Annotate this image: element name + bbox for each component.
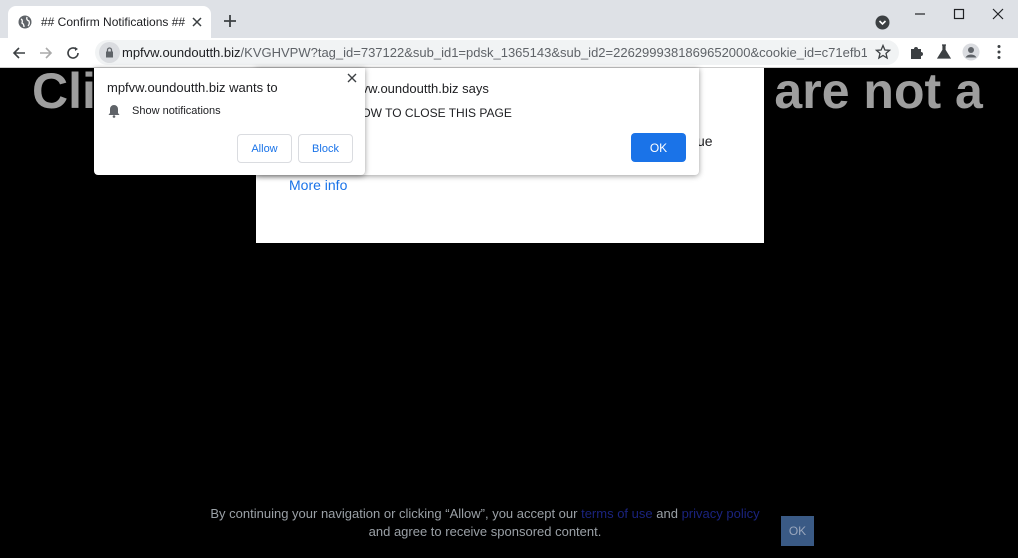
globe-icon bbox=[18, 15, 32, 29]
consent-ok-button[interactable]: OK bbox=[781, 516, 814, 546]
url-path: /KVGHVPW?tag_id=737122&sub_id1=pdsk_1365… bbox=[240, 45, 867, 60]
close-icon[interactable] bbox=[345, 71, 359, 85]
tab-title: ## Confirm Notifications ## bbox=[41, 15, 186, 29]
headline-left: Cli bbox=[32, 68, 96, 119]
back-button[interactable] bbox=[10, 44, 28, 62]
more-info-link[interactable]: More info bbox=[289, 177, 347, 193]
maximize-icon bbox=[953, 8, 965, 20]
privacy-link[interactable]: privacy policy bbox=[682, 506, 760, 521]
consent-text: By continuing your navigation or clickin… bbox=[200, 505, 770, 541]
consent-text-2: and agree to receive sponsored content. bbox=[368, 524, 602, 539]
forward-button[interactable] bbox=[37, 44, 55, 62]
minimize-icon bbox=[915, 13, 925, 15]
back-arrow-icon bbox=[12, 47, 25, 59]
window-close-button[interactable] bbox=[988, 5, 1008, 23]
url-text[interactable]: mpfvw.oundoutth.biz/KVGHVPW?tag_id=73712… bbox=[122, 45, 867, 60]
browser-toolbar: mpfvw.oundoutth.biz/KVGHVPW?tag_id=73712… bbox=[0, 38, 1018, 68]
permission-title: mpfvw.oundoutth.biz wants to bbox=[107, 80, 278, 95]
flask-icon[interactable] bbox=[935, 43, 953, 61]
site-info-button[interactable] bbox=[99, 42, 120, 63]
address-bar[interactable]: mpfvw.oundoutth.biz/KVGHVPW?tag_id=73712… bbox=[95, 40, 899, 65]
avatar-icon[interactable] bbox=[962, 43, 980, 61]
url-host: mpfvw.oundoutth.biz bbox=[122, 45, 241, 60]
permission-item: Show notifications bbox=[132, 105, 221, 117]
tab-active[interactable]: ## Confirm Notifications ## bbox=[8, 6, 211, 38]
close-icon bbox=[992, 8, 1004, 20]
reload-icon bbox=[67, 47, 79, 59]
consent-and: and bbox=[656, 506, 678, 521]
alert-ok-button[interactable]: OK bbox=[631, 133, 686, 162]
forward-arrow-icon bbox=[40, 47, 53, 59]
tab-search-icon[interactable] bbox=[875, 15, 890, 30]
card-partial-text: ue bbox=[697, 133, 713, 149]
star-icon[interactable] bbox=[875, 44, 891, 60]
minimize-button[interactable] bbox=[910, 5, 930, 23]
consent-text-1: By continuing your navigation or clickin… bbox=[210, 506, 578, 521]
kebab-menu-icon[interactable] bbox=[990, 43, 1008, 61]
reload-button[interactable] bbox=[64, 44, 82, 62]
maximize-button[interactable] bbox=[949, 5, 969, 23]
allow-button[interactable]: Allow bbox=[237, 134, 292, 163]
bell-icon bbox=[108, 105, 120, 118]
headline-right: u are not a bbox=[730, 68, 983, 119]
lock-icon bbox=[106, 47, 113, 58]
close-icon bbox=[192, 17, 202, 27]
tab-strip: ## Confirm Notifications ## bbox=[0, 0, 1018, 38]
notification-permission-prompt: mpfvw.oundoutth.biz wants to Show notifi… bbox=[94, 68, 365, 175]
tab-close-button[interactable] bbox=[188, 13, 206, 31]
alert-message: ALLOW TO CLOSE THIS PAGE bbox=[340, 106, 512, 120]
puzzle-icon[interactable] bbox=[908, 43, 926, 61]
block-button[interactable]: Block bbox=[298, 134, 353, 163]
terms-link[interactable]: terms of use bbox=[581, 506, 653, 521]
new-tab-button[interactable] bbox=[221, 12, 239, 30]
